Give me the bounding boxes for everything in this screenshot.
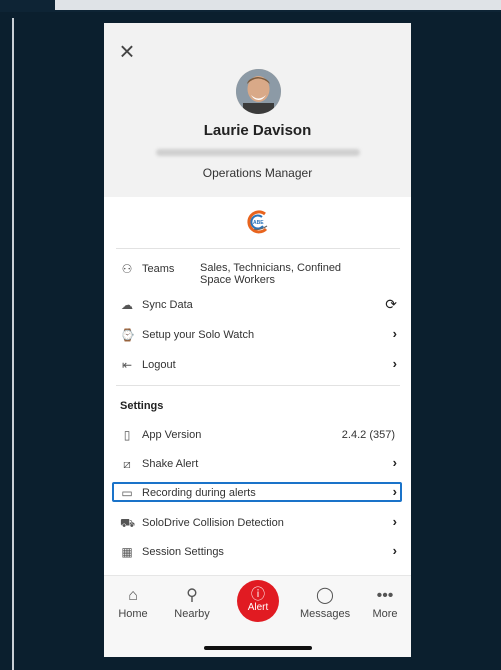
phone-icon: ▯: [123, 428, 131, 442]
divider: [116, 248, 400, 249]
app-version-label: App Version: [142, 429, 202, 441]
chat-bubble-icon: ◯: [316, 587, 334, 604]
chevron-right-icon: ›: [392, 455, 397, 470]
home-indicator: [204, 646, 312, 650]
company-logo: ABE: [245, 209, 271, 235]
recording-during-alerts-label: Recording during alerts: [142, 487, 256, 499]
chevron-right-icon: ›: [392, 484, 397, 499]
tab-more-label: More: [372, 608, 398, 620]
logout-row[interactable]: ⇤ Logout ›: [104, 353, 411, 377]
tab-nearby[interactable]: ⚲ Nearby: [167, 586, 217, 620]
sync-data-row[interactable]: ☁ Sync Data ⟳: [104, 293, 411, 317]
solodrive-label: SoloDrive Collision Detection: [142, 517, 284, 529]
alert-icon: ⓘ: [251, 586, 265, 602]
redacted-email: [156, 149, 360, 156]
profile-header: × Laurie Davison Operations Manager: [104, 23, 411, 197]
setup-watch-label: Setup your Solo Watch: [142, 329, 255, 341]
shake-icon: ⧄: [123, 457, 131, 471]
svg-text:ABE: ABE: [253, 220, 264, 226]
chevron-right-icon: ›: [392, 514, 397, 529]
logout-icon: ⇤: [121, 358, 133, 372]
tab-bar: ⌂ Home ⚲ Nearby ⓘ Alert ◯ Messages ••• M…: [104, 575, 411, 657]
avatar: [236, 69, 281, 114]
recording-during-alerts-row[interactable]: ▭ Recording during alerts ›: [104, 481, 411, 505]
sync-data-label: Sync Data: [142, 299, 193, 311]
chevron-right-icon: ›: [392, 356, 397, 371]
tab-more[interactable]: ••• More: [360, 586, 410, 620]
background-window-bar: [55, 0, 501, 10]
shake-alert-row[interactable]: ⧄ Shake Alert ›: [104, 452, 411, 476]
setup-watch-row[interactable]: ⌚ Setup your Solo Watch ›: [104, 323, 411, 347]
calendar-icon: ▦: [121, 545, 133, 559]
phone-screen: × Laurie Davison Operations Manager ABE …: [104, 23, 411, 657]
app-version-value: 2.4.2 (357): [341, 429, 395, 441]
settings-section-title: Settings: [120, 400, 164, 412]
teams-label: Teams: [142, 263, 175, 275]
profile-role: Operations Manager: [202, 166, 313, 180]
alert-label: Alert: [247, 602, 269, 613]
logout-label: Logout: [142, 359, 176, 371]
teams-icon: ⚇: [121, 262, 133, 276]
chevron-right-icon: ›: [392, 543, 397, 558]
location-pin-icon: ⚲: [186, 587, 198, 604]
tab-home[interactable]: ⌂ Home: [108, 586, 158, 620]
more-dots-icon: •••: [376, 587, 394, 604]
session-settings-row[interactable]: ▦ Session Settings ›: [104, 540, 411, 564]
app-version-row: ▯ App Version 2.4.2 (357): [104, 423, 411, 447]
shake-alert-label: Shake Alert: [142, 458, 199, 470]
session-settings-label: Session Settings: [142, 546, 224, 558]
chevron-right-icon: ›: [392, 326, 397, 341]
background-window-edge: [12, 18, 14, 670]
solodrive-row[interactable]: ⛟ SoloDrive Collision Detection ›: [104, 511, 411, 535]
tab-nearby-label: Nearby: [174, 608, 210, 620]
divider: [116, 385, 400, 386]
car-icon: ⛟: [120, 516, 136, 530]
video-camera-icon: ▭: [121, 486, 133, 500]
cloud-icon: ☁: [121, 298, 133, 312]
watch-icon: ⌚: [120, 328, 135, 342]
tab-home-label: Home: [118, 608, 148, 620]
teams-value: Sales, Technicians, Confined Space Worke…: [200, 262, 342, 286]
profile-name: Laurie Davison: [203, 122, 312, 139]
sync-icon[interactable]: ⟳: [385, 297, 397, 311]
tab-messages[interactable]: ◯ Messages: [300, 586, 350, 620]
alert-button[interactable]: ⓘ Alert: [237, 580, 279, 622]
close-icon[interactable]: ×: [116, 38, 138, 64]
home-icon: ⌂: [128, 587, 138, 604]
tab-messages-label: Messages: [300, 608, 351, 620]
teams-row: ⚇ Teams Sales, Technicians, Confined Spa…: [104, 257, 411, 287]
